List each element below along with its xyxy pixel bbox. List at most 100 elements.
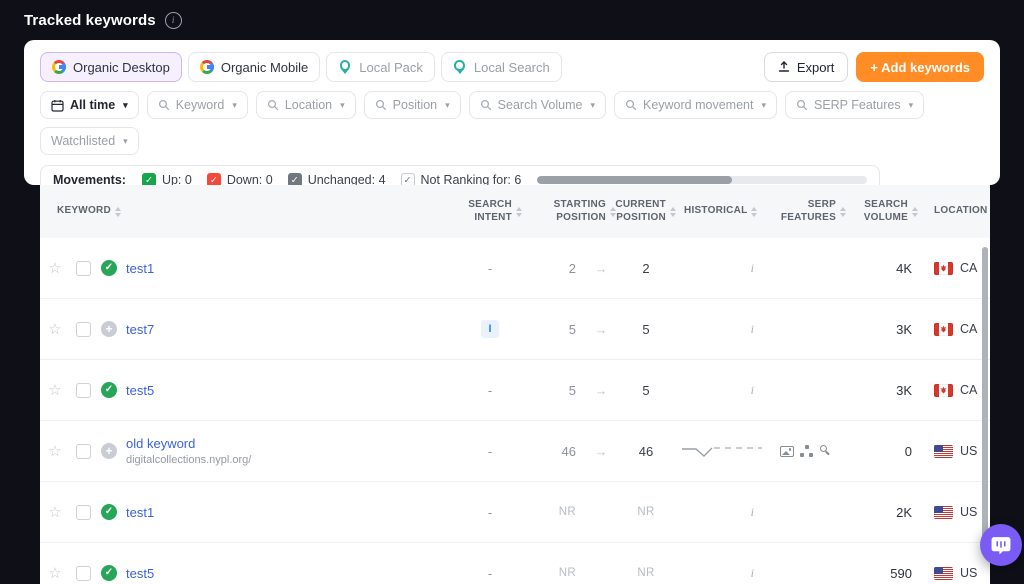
row-checkbox-cell: [70, 261, 96, 276]
topbar: Tracked keywords i: [0, 0, 1024, 40]
star-icon[interactable]: ☆: [40, 383, 70, 398]
position-arrow-icon: →: [586, 322, 616, 337]
historical-cell[interactable]: i: [676, 383, 766, 398]
table-header: KEYWORD SEARCH INTENT STARTING POSITION …: [40, 185, 990, 238]
keyword-link[interactable]: test1: [126, 261, 154, 276]
row-checkbox[interactable]: [76, 444, 91, 459]
scrollbar-thumb[interactable]: [982, 247, 988, 552]
row-checkbox-cell: [70, 505, 96, 520]
star-icon[interactable]: ☆: [40, 444, 70, 459]
row-checkbox[interactable]: [76, 566, 91, 581]
report-type-tab[interactable]: Organic Desktop: [40, 52, 182, 82]
keyword-status-icon: [101, 382, 117, 398]
col-search-volume[interactable]: SEARCH VOLUME: [846, 199, 920, 224]
keyword-link[interactable]: test7: [126, 322, 154, 337]
starting-position-cell: 46: [522, 444, 586, 459]
country-code: CA: [960, 322, 977, 336]
search-icon: [375, 99, 387, 111]
movements-progress: [537, 176, 867, 184]
filter-position[interactable]: Position ▾: [364, 91, 461, 119]
col-historical[interactable]: HISTORICAL: [676, 205, 766, 218]
filter-search-volume[interactable]: Search Volume ▾: [469, 91, 606, 119]
movements-progress-fill: [537, 176, 732, 184]
date-range-label: All time: [70, 98, 115, 112]
row-checkbox[interactable]: [76, 261, 91, 276]
filter-label: SERP Features: [814, 98, 901, 112]
current-position-cell: NR: [616, 506, 676, 518]
keyword-link[interactable]: old keyword: [126, 436, 195, 451]
keyword-link[interactable]: test5: [126, 566, 154, 581]
col-starting-position[interactable]: STARTING POSITION: [522, 199, 616, 224]
intent-badge: -: [488, 505, 492, 520]
col-keyword[interactable]: KEYWORD: [40, 205, 458, 218]
country-code: US: [960, 566, 977, 580]
star-icon[interactable]: ☆: [40, 322, 70, 337]
status-cell: [96, 504, 122, 520]
report-type-tab[interactable]: Local Pack: [326, 52, 435, 82]
keyword-link[interactable]: test5: [126, 383, 154, 398]
map-pin-icon: [338, 60, 352, 74]
col-search-intent[interactable]: SEARCH INTENT: [458, 199, 522, 224]
country-flag-icon: [934, 567, 953, 580]
row-checkbox[interactable]: [76, 505, 91, 520]
date-range-button[interactable]: All time ▾: [40, 91, 139, 119]
watchlisted-filter[interactable]: Watchlisted ▾: [40, 127, 139, 155]
filter-label: Position: [393, 98, 437, 112]
current-position-cell: 46: [616, 444, 676, 459]
starting-position-cell: 5: [522, 383, 586, 398]
position-arrow-icon: →: [586, 383, 616, 398]
tab-label: Local Search: [474, 60, 550, 75]
historical-cell[interactable]: i: [676, 505, 766, 520]
row-checkbox[interactable]: [76, 383, 91, 398]
export-label: Export: [797, 60, 835, 75]
col-location[interactable]: LOCATION: [920, 205, 990, 218]
table-row: ☆ test5 - NR NR i 590 US: [40, 543, 990, 584]
sitelinks-icon: [800, 445, 813, 457]
country-flag-icon: [934, 506, 953, 519]
add-keywords-button[interactable]: + Add keywords: [856, 52, 984, 82]
google-icon: [200, 60, 214, 74]
table-row: ☆ test1 - 2 → 2 i 4K CA: [40, 238, 990, 299]
col-current-position[interactable]: CURRENT POSITION: [616, 199, 676, 224]
export-button[interactable]: Export: [764, 52, 849, 82]
historical-cell[interactable]: i: [676, 261, 766, 276]
page-title: Tracked keywords: [24, 12, 156, 29]
keywords-table: KEYWORD SEARCH INTENT STARTING POSITION …: [40, 185, 990, 584]
historical-cell[interactable]: [676, 442, 766, 460]
filter-location[interactable]: Location ▾: [256, 91, 356, 119]
filter-keyword[interactable]: Keyword ▾: [147, 91, 248, 119]
col-serp-features[interactable]: SERP FEATURES: [766, 199, 846, 224]
status-cell: [96, 382, 122, 398]
location-cell: CA: [920, 322, 990, 336]
star-icon[interactable]: ☆: [40, 261, 70, 276]
report-type-tab[interactable]: Organic Mobile: [188, 52, 320, 82]
star-icon[interactable]: ☆: [40, 566, 70, 581]
search-intent-cell: -: [458, 505, 522, 520]
star-icon[interactable]: ☆: [40, 505, 70, 520]
filter-serp-features[interactable]: SERP Features ▾: [785, 91, 924, 119]
location-cell: US: [920, 505, 990, 519]
filter-keyword-movement[interactable]: Keyword movement ▾: [614, 91, 777, 119]
keyword-link[interactable]: test1: [126, 505, 154, 520]
table-row: ☆ test7 I 5 → 5 i 3K CA: [40, 299, 990, 360]
filter-label: Keyword: [176, 98, 225, 112]
sort-icon: [115, 207, 121, 217]
controls-panel: Organic Desktop Organic Mobile Local Pac…: [24, 40, 1000, 185]
tab-label: Organic Desktop: [73, 60, 170, 75]
row-checkbox-cell: [70, 566, 96, 581]
search-icon: [267, 99, 279, 111]
search-volume-cell: 3K: [846, 383, 920, 398]
search-icon: [625, 99, 637, 111]
status-cell: [96, 565, 122, 581]
info-icon[interactable]: i: [165, 12, 182, 29]
calendar-icon: [51, 99, 64, 112]
historical-cell[interactable]: i: [676, 322, 766, 337]
chevron-down-icon: ▾: [909, 101, 914, 110]
report-type-tab[interactable]: Local Search: [441, 52, 562, 82]
historical-cell[interactable]: i: [676, 566, 766, 581]
location-cell: CA: [920, 383, 990, 397]
search-intent-cell: I: [458, 320, 522, 338]
chat-launcher[interactable]: [980, 524, 1022, 566]
search-volume-cell: 4K: [846, 261, 920, 276]
row-checkbox[interactable]: [76, 322, 91, 337]
